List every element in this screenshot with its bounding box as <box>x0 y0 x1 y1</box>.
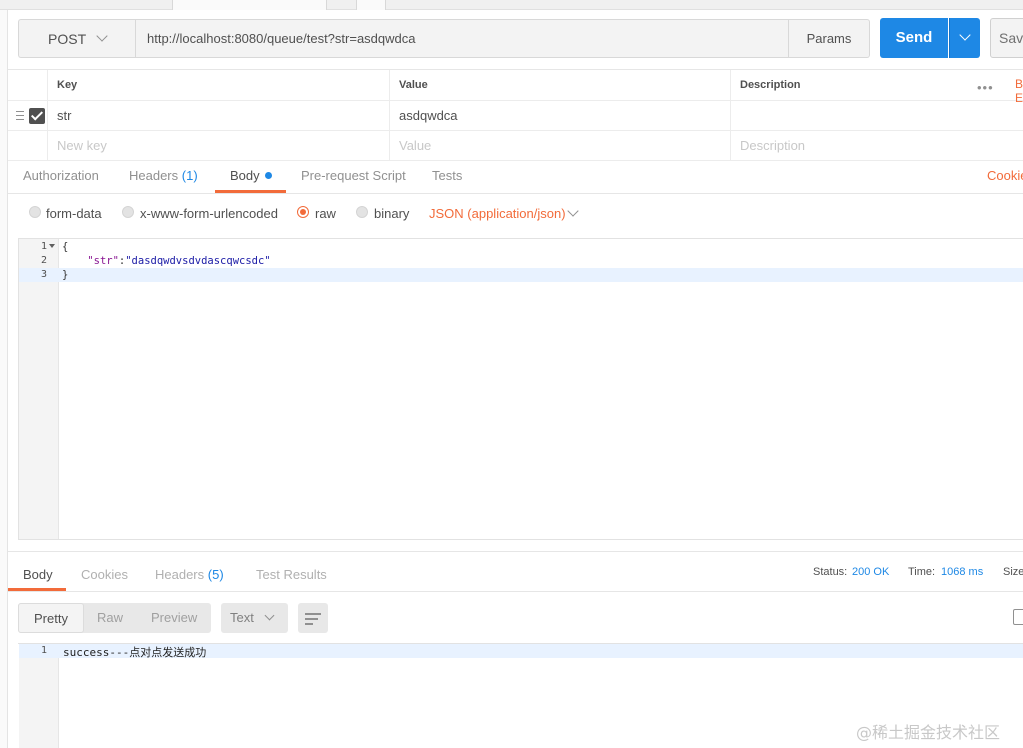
watermark: @稀土掘金技术社区 <box>856 723 1001 742</box>
raw-label: raw <box>315 206 336 221</box>
raw-button[interactable]: Raw <box>97 603 123 633</box>
response-body-text: success---点对点发送成功 <box>63 646 207 659</box>
save-button[interactable]: Save <box>990 18 1023 58</box>
response-tab-test-results[interactable]: Test Results <box>256 567 327 582</box>
wrap-icon-line <box>305 623 313 625</box>
binary-radio[interactable] <box>356 206 368 218</box>
new-value-input[interactable]: Value <box>389 131 730 160</box>
sidebar-edge <box>0 10 8 748</box>
new-key-input[interactable]: New key <box>47 131 389 160</box>
response-tab-headers-label: Headers <box>155 567 205 582</box>
line-number: 1 <box>40 645 47 656</box>
top-tab-strip <box>0 0 1023 10</box>
params-button[interactable]: Params <box>789 19 870 58</box>
status-value: 200 OK <box>852 566 890 578</box>
response-tab-body[interactable]: Body <box>23 567 53 582</box>
headers-count-badge: (5) <box>207 567 224 582</box>
wrap-icon-line <box>305 618 318 620</box>
tab-tests[interactable]: Tests <box>432 161 462 194</box>
chevron-down-icon <box>96 30 108 42</box>
line-number: 1 <box>40 241 47 252</box>
raw-radio[interactable] <box>297 206 309 218</box>
method-label: POST <box>48 30 87 47</box>
request-tab[interactable] <box>172 0 327 10</box>
method-select[interactable]: POST <box>18 19 135 58</box>
response-tabs-bar <box>8 591 1023 592</box>
headers-count-badge: (1) <box>181 168 198 183</box>
tab-prerequest-script[interactable]: Pre-request Script <box>301 161 406 194</box>
bulk-edit-link[interactable]: Bulk Edit <box>1015 77 1023 105</box>
request-tab[interactable] <box>356 0 386 10</box>
param-key-cell[interactable]: str <box>47 101 389 130</box>
params-header-row: Key Value Description <box>8 70 1023 101</box>
urlencoded-radio[interactable] <box>122 206 134 218</box>
response-tab-cookies[interactable]: Cookies <box>81 567 128 582</box>
body-indicator-dot <box>264 172 272 179</box>
chevron-down-icon <box>959 29 971 41</box>
wrap-icon <box>305 613 321 615</box>
tab-authorization[interactable]: Authorization <box>23 161 99 194</box>
response-tab-headers[interactable]: Headers (5) <box>155 567 224 582</box>
active-line-highlight <box>19 268 1023 282</box>
code-line: } <box>62 269 69 281</box>
param-description-cell[interactable] <box>730 101 1023 130</box>
key-column-header: Key <box>47 70 389 100</box>
time-value: 1068 ms <box>941 566 984 578</box>
copy-icon[interactable] <box>1013 609 1023 625</box>
pretty-button[interactable]: Pretty <box>18 603 84 633</box>
code-line: "str":"dasdqwdvsdvdascqwcsdc" <box>87 255 271 267</box>
line-number-gutter <box>19 239 59 539</box>
new-param-row: New key Value Description <box>8 131 1023 161</box>
line-number-gutter <box>19 644 59 748</box>
tab-headers[interactable]: Headers (1) <box>129 161 198 194</box>
fold-arrow-icon[interactable] <box>49 244 55 248</box>
content-type-select[interactable]: JSON (application/json) <box>429 206 566 221</box>
status-label: Status: <box>813 566 848 578</box>
chevron-down-icon[interactable] <box>567 205 579 217</box>
format-select[interactable]: Text <box>221 603 288 633</box>
params-table: Key Value Description str asdqwdca New k… <box>8 69 1023 161</box>
url-input[interactable]: http://localhost:8080/queue/test?str=asd… <box>135 19 789 58</box>
more-options-icon[interactable]: ••• <box>977 80 994 95</box>
value-column-header: Value <box>389 70 730 100</box>
param-enabled-checkbox[interactable] <box>29 108 45 124</box>
line-number: 2 <box>40 255 47 266</box>
size-label: Size <box>1003 566 1023 578</box>
active-tab-indicator <box>215 190 286 193</box>
time-label: Time: <box>908 566 936 578</box>
cookies-link[interactable]: Cookies <box>987 168 1023 183</box>
drag-handle-icon[interactable] <box>16 111 24 120</box>
code-line: { <box>62 241 69 253</box>
line-number: 3 <box>40 269 47 280</box>
urlencoded-label: x-www-form-urlencoded <box>140 206 278 221</box>
wrap-lines-button[interactable] <box>298 603 328 633</box>
new-description-input[interactable]: Description <box>730 131 1023 160</box>
json-key: "str" <box>87 255 119 267</box>
send-button[interactable]: Send <box>880 18 948 58</box>
request-body-editor[interactable] <box>18 238 1023 540</box>
send-dropdown-button[interactable] <box>949 18 980 58</box>
param-value-cell[interactable]: asdqwdca <box>389 101 730 130</box>
tab-body-label: Body <box>230 168 260 183</box>
binary-label: binary <box>374 206 410 221</box>
tab-headers-label: Headers <box>129 168 179 183</box>
json-value: "dasdqwdvsdvdascqwcsdc" <box>125 255 271 267</box>
form-data-radio[interactable] <box>29 206 41 218</box>
table-row: str asdqwdca <box>8 101 1023 131</box>
response-divider <box>8 551 1023 552</box>
form-data-label: form-data <box>46 206 102 221</box>
preview-button[interactable]: Preview <box>151 603 197 633</box>
